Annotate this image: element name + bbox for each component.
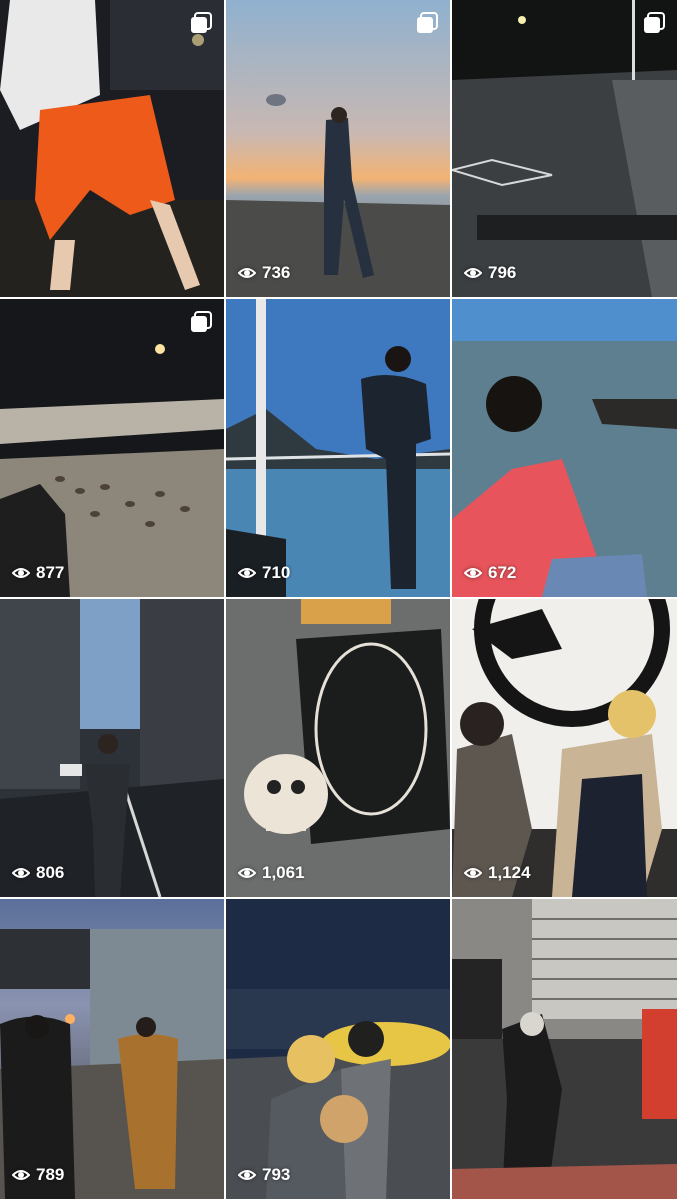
view-count: 796 xyxy=(464,263,516,283)
post-tile[interactable]: 806 xyxy=(0,599,224,897)
view-count: 789 xyxy=(12,1165,64,1185)
eye-icon xyxy=(238,568,256,578)
view-count-text: 877 xyxy=(36,563,65,582)
post-tile[interactable]: 672 xyxy=(452,299,677,597)
view-count-text: 789 xyxy=(36,1165,65,1184)
view-count-text: 736 xyxy=(262,263,291,282)
post-photo xyxy=(226,599,450,897)
carousel-icon xyxy=(417,12,438,33)
eye-icon xyxy=(464,868,482,878)
view-count: 806 xyxy=(12,863,64,883)
eye-icon xyxy=(12,868,30,878)
post-photo xyxy=(226,899,450,1199)
post-tile[interactable]: 789 xyxy=(0,899,224,1199)
eye-icon xyxy=(12,1170,30,1180)
post-photo xyxy=(226,299,450,597)
view-count: 672 xyxy=(464,563,516,583)
carousel-icon xyxy=(644,12,665,33)
view-count: 793 xyxy=(238,1165,290,1185)
eye-icon xyxy=(238,268,256,278)
post-tile[interactable]: 736 xyxy=(226,0,450,297)
eye-icon xyxy=(238,868,256,878)
post-tile[interactable]: 1,124 xyxy=(452,599,677,897)
post-photo xyxy=(452,0,677,297)
view-count-text: 672 xyxy=(488,563,517,582)
post-photo xyxy=(452,899,677,1199)
post-photo xyxy=(452,299,677,597)
view-count: 736 xyxy=(238,263,290,283)
post-photo xyxy=(0,0,224,297)
view-count: 1,061 xyxy=(238,863,305,883)
post-tile[interactable]: 710 xyxy=(226,299,450,597)
view-count-text: 806 xyxy=(36,863,65,882)
post-photo xyxy=(452,599,677,897)
post-tile[interactable]: 796 xyxy=(452,0,677,297)
photo-grid: 736 796 877 710 672 806 1,061 1,124 789 … xyxy=(0,0,677,1199)
view-count-text: 1,061 xyxy=(262,863,305,882)
eye-icon xyxy=(238,1170,256,1180)
post-photo xyxy=(0,299,224,597)
carousel-icon xyxy=(191,311,212,332)
post-photo xyxy=(0,899,224,1199)
view-count: 877 xyxy=(12,563,64,583)
post-photo xyxy=(0,599,224,897)
post-tile[interactable]: 793 xyxy=(226,899,450,1199)
post-tile[interactable] xyxy=(452,899,677,1199)
view-count: 710 xyxy=(238,563,290,583)
eye-icon xyxy=(464,568,482,578)
post-tile[interactable]: 1,061 xyxy=(226,599,450,897)
view-count-text: 1,124 xyxy=(488,863,531,882)
eye-icon xyxy=(464,268,482,278)
carousel-icon xyxy=(191,12,212,33)
view-count-text: 793 xyxy=(262,1165,291,1184)
post-tile[interactable]: 877 xyxy=(0,299,224,597)
view-count-text: 796 xyxy=(488,263,517,282)
view-count-text: 710 xyxy=(262,563,291,582)
post-tile[interactable] xyxy=(0,0,224,297)
post-photo xyxy=(226,0,450,297)
eye-icon xyxy=(12,568,30,578)
view-count: 1,124 xyxy=(464,863,531,883)
